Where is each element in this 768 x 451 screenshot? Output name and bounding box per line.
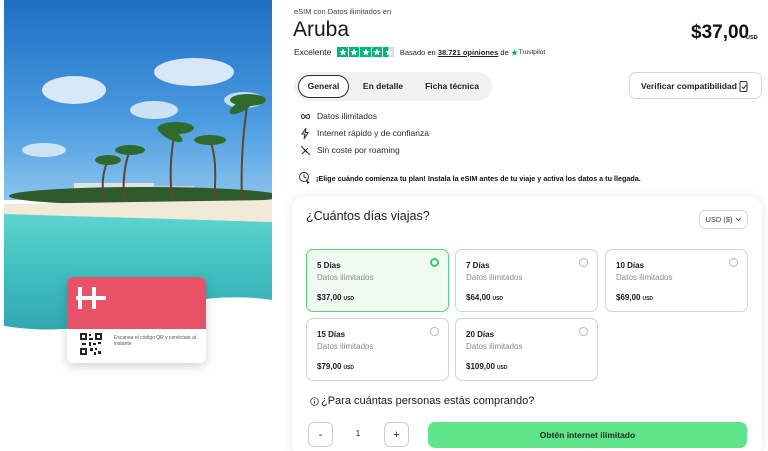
currency-select-label: USD ($) [705,215,733,224]
plan-data: Datos ilimitados [466,273,523,282]
esim-card: Escanea el código QR y conéctate al inst… [67,277,206,363]
tab-ficha-tecnica[interactable]: Ficha técnica [418,75,486,98]
plan-price: $64,00 USD [466,293,503,302]
plan-price-value: $37,00 [317,293,342,302]
info-icon[interactable] [310,396,319,406]
rating-row: Excelente Basado en 38.721 opiniones de … [294,46,545,58]
esim-card-text: Escanea el código QR y conéctate al inst… [114,335,196,347]
rating-stars [337,46,394,58]
get-internet-button[interactable]: Obtén internet ilimitado [428,422,747,448]
star-icon [337,46,348,58]
trustpilot-star-icon [510,48,518,56]
trustpilot-label: Trustpilot [518,48,546,56]
increase-quantity-button[interactable]: + [384,422,409,447]
plan-option-7-days[interactable]: 7 Días Datos ilimitados $64,00 USD [455,249,598,312]
plan-days: 10 Días [616,261,645,270]
infinity-icon [299,110,311,122]
plan-data: Datos ilimitados [317,273,374,282]
reviews-text: Basado en 38.721 opiniones de [400,48,509,57]
plan-option-10-days[interactable]: 10 Días Datos ilimitados $69,00 USD [605,249,748,312]
radio[interactable] [579,258,588,267]
radio-selected[interactable] [430,258,439,267]
esim-card-header [67,277,206,329]
plan-days: 5 Días [317,261,341,270]
plan-price-value: $64,00 [466,293,491,302]
no-roaming-icon [299,144,311,156]
plan-price-currency: USD [496,365,508,371]
plan-option-5-days[interactable]: 5 Días Datos ilimitados $37,00 USD [306,249,449,312]
chevron-down-icon [735,217,741,222]
plan-price: $109,00 USD [466,362,507,371]
trustpilot-logo[interactable]: Trustpilot [510,48,546,56]
quantity-value[interactable]: 1 [352,429,364,438]
holafly-logo-icon [76,287,106,309]
feature-item: Datos ilimitados [299,110,377,122]
breadcrumb: eSIM con Datos ilimitados en [294,7,392,16]
plan-price-value: $69,00 [616,293,641,302]
feature-label: Datos ilimitados [317,111,377,121]
plan-price-value: $79,00 [317,362,342,371]
rating-label: Excelente [294,47,332,57]
plan-option-15-days[interactable]: 15 Días Datos ilimitados $79,00 USD [306,318,449,381]
plan-price: $37,00 USD [317,293,354,302]
plan-data: Datos ilimitados [466,342,523,351]
verify-compatibility-label: Verificar compatibilidad [641,80,737,91]
persons-question: ¿Para cuántas personas estás comprando? [321,395,535,407]
radio[interactable] [430,327,439,336]
activation-note: ¡Elige cuándo comienza tu plan! Instala … [298,171,641,185]
lightning-icon [299,127,311,139]
verify-compatibility-button[interactable]: Verificar compatibilidad [629,72,762,99]
half-star-icon [383,46,394,58]
plan-price-currency: USD [492,296,504,302]
star-icon [360,46,371,58]
star-icon [348,46,360,58]
plan-days: 20 Días [466,330,495,339]
reviews-link[interactable]: 38.721 opiniones [438,48,498,57]
decrease-quantity-button[interactable]: - [308,422,333,447]
plan-option-20-days[interactable]: 20 Días Datos ilimitados $109,00 USD [455,318,598,381]
feature-item: Internet rápido y de confianza [299,127,429,139]
plan-price-value: $109,00 [466,362,495,371]
phone-check-icon [739,81,748,92]
plan-days: 15 Días [317,330,346,339]
radio[interactable] [729,258,738,267]
beach-photo [4,0,272,451]
plan-data: Datos ilimitados [317,342,374,351]
plan-price: $79,00 USD [317,362,354,371]
days-question: ¿Cuántos días viajas? [306,209,430,223]
feature-label: Internet rápido y de confianza [317,128,429,138]
price: $37,00 [691,22,750,43]
based-on-label: Basado en [399,47,436,57]
qr-code-icon [80,333,102,355]
tab-general[interactable]: General [298,75,349,98]
plan-days: 7 Días [466,261,490,270]
star-icon [371,46,383,58]
feature-label: Sin coste por roaming [317,145,400,155]
plan-price-currency: USD [642,296,654,302]
currency-select[interactable]: USD ($) [699,210,748,229]
plan-price: $69,00 USD [616,293,653,302]
calendar-click-icon [299,172,310,185]
feature-item: Sin coste por roaming [299,144,400,156]
plan-price-currency: USD [343,365,355,371]
page-title: Aruba [293,18,350,41]
de-label: de [500,47,509,57]
plan-data: Datos ilimitados [616,273,673,282]
radio[interactable] [579,327,588,336]
activation-note-text: ¡Elige cuándo comienza tu plan! Instala … [316,173,641,183]
price-currency: USD [746,35,758,41]
tab-en-detalle[interactable]: En detalle [356,75,410,98]
tab-bar: General En detalle Ficha técnica [294,72,492,101]
plan-price-currency: USD [343,296,355,302]
hero-image: Escanea el código QR y conéctate al inst… [4,0,272,451]
persons-question-row: ¿Para cuántas personas estás comprando? [310,395,534,407]
